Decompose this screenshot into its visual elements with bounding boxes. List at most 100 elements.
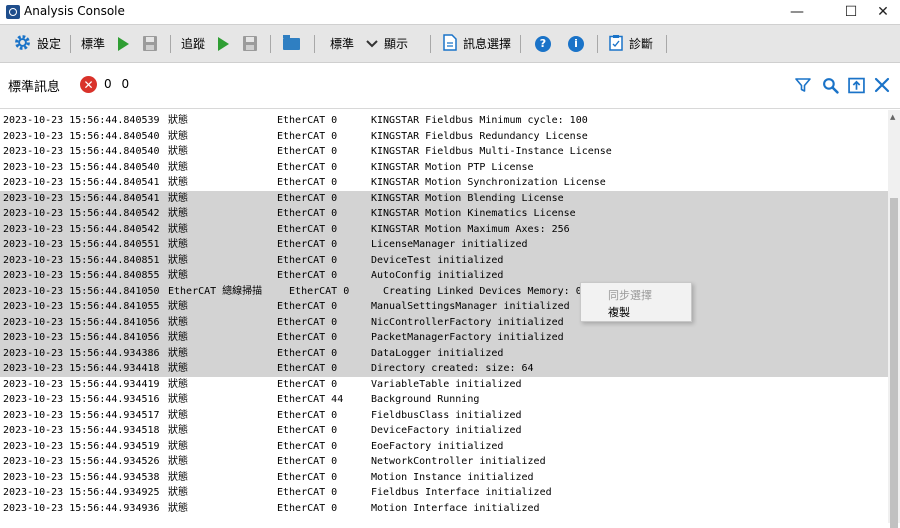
search-icon[interactable] xyxy=(819,74,841,96)
log-row[interactable]: 2023-10-23 15:56:44.934516 狀態 EtherCAT 44 B… xyxy=(0,392,888,408)
vertical-scrollbar[interactable]: ▲ xyxy=(888,110,900,528)
log-message: NetworkController initialized xyxy=(371,456,546,467)
menu-item-sync-select[interactable]: 同步選擇 xyxy=(608,287,652,303)
log-row[interactable]: 2023-10-23 15:56:44.934519 狀態 EtherCAT 0 Eo… xyxy=(0,439,888,455)
log-row[interactable]: 2023-10-23 15:56:44.840540 狀態 EtherCAT 0 KI… xyxy=(0,129,888,145)
log-row[interactable]: 2023-10-23 15:56:44.840541 狀態 EtherCAT 0 KI… xyxy=(0,190,888,206)
message-select-button[interactable]: 訊息選擇 xyxy=(443,25,511,62)
close-panel-icon[interactable] xyxy=(871,74,893,96)
maximize-button[interactable]: ☐ xyxy=(834,0,868,24)
log-row[interactable]: 2023-10-23 15:56:44.934518 狀態 EtherCAT 0 De… xyxy=(0,423,888,439)
log-message: LicenseManager initialized xyxy=(371,239,528,250)
log-type: 狀態 xyxy=(168,254,188,266)
log-row[interactable]: 2023-10-23 15:56:44.841055 狀態 EtherCAT 0 Ma… xyxy=(0,299,888,315)
log-type: 狀態 xyxy=(168,456,188,467)
log-source: EtherCAT 0 xyxy=(277,115,338,126)
log-row[interactable]: 2023-10-23 15:56:44.840540 狀態 EtherCAT 0 KI… xyxy=(0,144,888,160)
toolbar-divider xyxy=(270,35,271,53)
help-button[interactable]: ? xyxy=(535,25,551,62)
log-row[interactable]: 2023-10-23 15:56:44.934386 狀態 EtherCAT 0 Da… xyxy=(0,345,888,361)
play-icon xyxy=(118,36,129,51)
filter-icon[interactable] xyxy=(792,74,814,96)
scroll-up-arrow[interactable]: ▲ xyxy=(890,113,895,121)
log-type: 狀態 xyxy=(168,192,188,204)
diagnose-button[interactable]: 診斷 xyxy=(609,25,653,62)
trace-label: 追蹤 xyxy=(181,37,206,51)
trace-button[interactable]: 追蹤 xyxy=(181,25,205,62)
log-type: 狀態 xyxy=(168,471,188,483)
log-row[interactable]: 2023-10-23 15:56:44.934925 狀態 EtherCAT 0 Fi… xyxy=(0,485,888,501)
log-message: KINGSTAR Motion Synchronization License xyxy=(371,177,606,188)
log-source: EtherCAT 0 xyxy=(277,285,350,297)
info-icon: i xyxy=(568,35,584,52)
message-counts: 0 0 xyxy=(104,77,133,91)
log-source: EtherCAT 0 xyxy=(277,378,338,390)
log-message: VariableTable initialized xyxy=(371,378,522,390)
log-row[interactable]: 2023-10-23 15:56:44.840855 狀態 EtherCAT 0 Au… xyxy=(0,268,888,284)
diagnose-label: 診斷 xyxy=(629,37,654,51)
log-source: EtherCAT 0 xyxy=(277,363,338,374)
standard-play-button[interactable] xyxy=(118,25,129,62)
log-message: Motion Interface initialized xyxy=(371,502,540,514)
log-type: 狀態 xyxy=(168,130,188,142)
log-source: EtherCAT 0 xyxy=(277,146,338,157)
log-source: EtherCAT 0 xyxy=(277,161,338,173)
log-time: 2023-10-23 15:56:44.841056 xyxy=(3,332,160,343)
log-row[interactable]: 2023-10-23 15:56:44.840542 狀態 EtherCAT 0 KI… xyxy=(0,206,888,222)
log-type: 狀態 xyxy=(168,223,188,235)
standard-dropdown[interactable]: 標準 顯示 xyxy=(330,25,408,62)
minimize-button[interactable]: — xyxy=(780,0,814,24)
log-row[interactable]: 2023-10-23 15:56:44.840540 狀態 EtherCAT 0 KI… xyxy=(0,160,888,176)
log-source: EtherCAT 0 xyxy=(277,239,338,250)
log-message: KINGSTAR Fieldbus Redundancy License xyxy=(371,130,588,142)
log-row[interactable]: 2023-10-23 15:56:44.934538 狀態 EtherCAT 0 Mo… xyxy=(0,470,888,486)
log-row[interactable]: 2023-10-23 15:56:44.934418 狀態 EtherCAT 0 Di… xyxy=(0,361,888,377)
log-type: 狀態 xyxy=(168,440,188,452)
log-source: EtherCAT 0 xyxy=(277,208,338,219)
log-source: EtherCAT 0 xyxy=(277,409,338,421)
log-row[interactable]: 2023-10-23 15:56:44.840851 狀態 EtherCAT 0 De… xyxy=(0,252,888,268)
log-row[interactable]: 2023-10-23 15:56:44.934526 狀態 EtherCAT 0 Ne… xyxy=(0,454,888,470)
trace-play-button[interactable] xyxy=(218,25,229,62)
log-row[interactable]: 2023-10-23 15:56:44.934419 狀態 EtherCAT 0 Va… xyxy=(0,377,888,393)
log-row[interactable]: 2023-10-23 15:56:44.840539 狀態 EtherCAT 0 KI… xyxy=(0,113,888,129)
page-title: 標準訊息 xyxy=(8,80,61,95)
log-source: EtherCAT 0 xyxy=(277,301,338,312)
log-row[interactable]: 2023-10-23 15:56:44.934936 狀態 EtherCAT 0 Mo… xyxy=(0,501,888,517)
trace-save-button[interactable] xyxy=(243,25,257,62)
log-source: EtherCAT 0 xyxy=(277,440,338,452)
log-message: KINGSTAR Motion PTP License xyxy=(371,161,534,173)
log-row[interactable]: 2023-10-23 15:56:44.841056 狀態 EtherCAT 0 Ni… xyxy=(0,314,888,330)
log-source: EtherCAT 0 xyxy=(277,471,338,483)
log-message: PacketManagerFactory initialized xyxy=(371,332,564,343)
menu-item-copy[interactable]: 複製 xyxy=(608,304,630,320)
log-type: 狀態 xyxy=(168,208,188,219)
log-time: 2023-10-23 15:56:44.934516 xyxy=(3,394,160,405)
log-row[interactable]: 2023-10-23 15:56:44.841050 EtherCAT 總線掃描 … xyxy=(0,283,888,299)
standard-save-button[interactable] xyxy=(143,25,157,62)
log-type: 狀態 xyxy=(168,115,188,126)
log-row[interactable]: 2023-10-23 15:56:44.840551 狀態 EtherCAT 0 Li… xyxy=(0,237,888,253)
log-time: 2023-10-23 15:56:44.934418 xyxy=(3,363,160,374)
log-time: 2023-10-23 15:56:44.840551 xyxy=(3,239,160,250)
log-row[interactable]: 2023-10-23 15:56:44.934517 狀態 EtherCAT 0 Fi… xyxy=(0,408,888,424)
close-button[interactable]: ✕ xyxy=(866,0,900,24)
log-message: KINGSTAR Fieldbus Multi-Instance License xyxy=(371,146,612,157)
log-list[interactable]: 2023-10-23 15:56:44.840539 狀態 EtherCAT 0 KI… xyxy=(0,110,888,523)
log-source: EtherCAT 0 xyxy=(277,502,338,514)
log-source: EtherCAT 0 xyxy=(277,425,338,436)
info-button[interactable]: i xyxy=(568,25,584,62)
log-row[interactable]: 2023-10-23 15:56:44.840541 狀態 EtherCAT 0 KI… xyxy=(0,175,888,191)
log-type: 狀態 xyxy=(168,301,188,312)
settings-button[interactable]: 設定 xyxy=(14,25,61,62)
scrollbar-thumb[interactable] xyxy=(890,198,898,528)
log-row[interactable]: 2023-10-23 15:56:44.841056 狀態 EtherCAT 0 Pa… xyxy=(0,330,888,346)
toolbar-divider xyxy=(314,35,315,53)
log-message: DataLogger initialized xyxy=(371,347,504,359)
standard-button[interactable]: 標準 xyxy=(81,25,105,62)
log-row[interactable]: 2023-10-23 15:56:44.840542 狀態 EtherCAT 0 KI… xyxy=(0,221,888,237)
open-folder-button[interactable] xyxy=(283,25,300,62)
log-time: 2023-10-23 15:56:44.840855 xyxy=(3,270,160,281)
gear-icon xyxy=(14,34,31,54)
export-icon[interactable] xyxy=(845,74,867,96)
